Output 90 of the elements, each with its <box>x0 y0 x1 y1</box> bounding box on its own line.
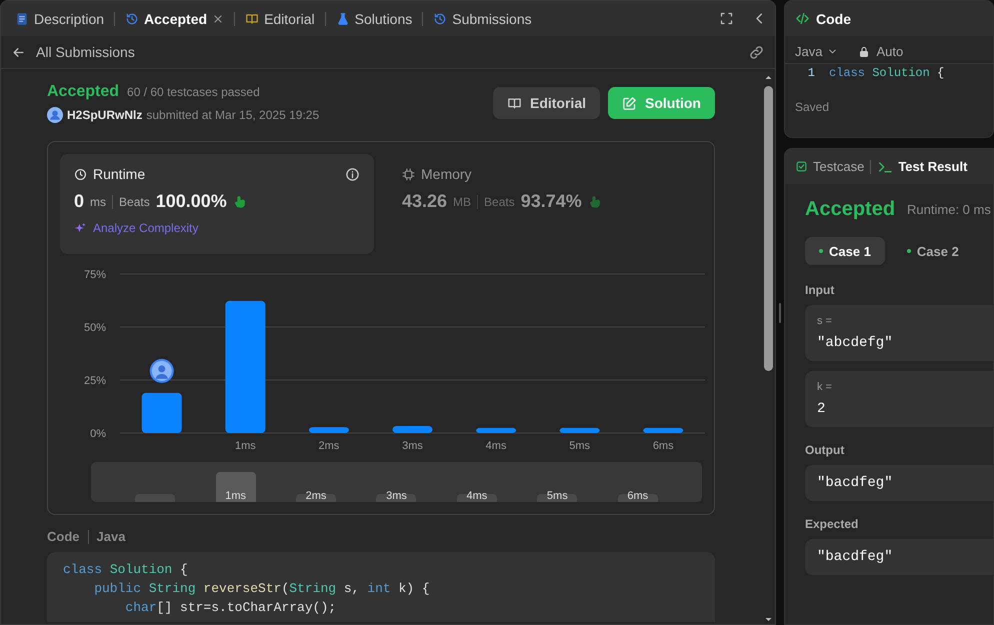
checkbox-icon <box>795 160 808 173</box>
sparkle-icon <box>74 222 87 234</box>
output-label: Output <box>805 443 846 457</box>
scroll-up-icon <box>764 73 772 82</box>
tab[interactable]: Editorial <box>239 10 321 26</box>
axis-label: 1ms <box>234 440 256 452</box>
code-icon <box>795 11 810 26</box>
bar[interactable] <box>476 428 516 433</box>
testcases-text: 60 / 60 testcases passed <box>127 85 260 99</box>
case-tab[interactable]: Case 2 <box>892 237 973 265</box>
output-value: "bacdfeg" <box>817 475 894 491</box>
lock-icon <box>858 46 870 58</box>
avatar-marker-icon <box>150 358 174 383</box>
panel-title: Code <box>816 10 851 26</box>
code-line: public String reverseStr(String s, int k) { <box>93 580 431 598</box>
stat-panel[interactable]: Memory 43.26 MB Beats 93.74% <box>388 154 702 254</box>
expected-value: "bacdfeg" <box>817 549 894 565</box>
axis-label: 4ms <box>486 440 506 452</box>
range-slider[interactable]: 1ms 2ms 3ms 4ms 5ms 6ms <box>91 462 702 502</box>
stat-title: Memory <box>421 166 472 182</box>
beats-value: 93.74% <box>520 191 582 212</box>
stat-value: 0 <box>74 191 84 212</box>
beats-label: Beats <box>119 194 150 208</box>
history-icon <box>433 12 448 26</box>
expected-label: Expected <box>805 517 860 531</box>
section-title: Code <box>47 529 80 544</box>
axis-label: 2ms <box>318 440 340 452</box>
stat-title: Runtime <box>93 166 146 182</box>
beats-value: 100.00% <box>156 191 227 212</box>
chip-icon <box>402 168 415 180</box>
editorial-button[interactable]: Editorial <box>492 87 600 119</box>
tab[interactable]: Solutions <box>330 10 418 26</box>
code-line: char[] str=s.toCharArray(); <box>124 599 338 617</box>
language-label: Java <box>96 529 126 544</box>
axis-label: 0% <box>90 428 106 440</box>
code-line: class Solution { <box>63 561 189 579</box>
stat-unit: MB <box>453 194 472 208</box>
link-icon <box>748 44 765 60</box>
document-icon <box>15 12 29 26</box>
submitted-text: submitted at Mar 15, 2025 19:25 <box>146 108 320 122</box>
range-bar: 1ms <box>216 472 256 502</box>
book-icon <box>506 96 522 110</box>
variable-value: 2 <box>817 401 826 417</box>
variable-name: k = <box>817 381 833 393</box>
flask-icon <box>336 12 350 26</box>
axis-label: 6ms <box>652 440 674 452</box>
status-text: Accepted <box>805 198 896 221</box>
scrollbar-thumb[interactable] <box>764 86 772 371</box>
axis-label: 5ms <box>569 440 590 452</box>
bar[interactable] <box>560 428 600 433</box>
axis-label: 50% <box>84 322 106 334</box>
info-icon <box>345 166 360 182</box>
stat-unit: ms <box>90 194 106 208</box>
axis-label: 25% <box>84 375 106 387</box>
saved-status: Saved <box>794 99 830 116</box>
tab[interactable]: Description <box>9 10 110 26</box>
code-line: 1 class Solution { <box>806 65 946 82</box>
language-dropdown[interactable]: Java <box>795 44 838 59</box>
all-submissions-link[interactable]: All Submissions <box>36 44 135 60</box>
axis-label: 3ms <box>402 440 423 452</box>
variable-name: s = <box>817 315 833 327</box>
history-icon <box>125 12 140 26</box>
clock-icon <box>74 168 87 180</box>
mode-label[interactable]: Auto <box>876 44 904 59</box>
bar[interactable] <box>392 426 432 433</box>
tab[interactable]: Accepted <box>119 10 230 26</box>
axis-label: 75% <box>84 269 106 281</box>
variable-value: "abcdefg" <box>817 335 894 351</box>
input-label: Input <box>805 283 836 297</box>
stat-value: 43.26 <box>402 191 448 212</box>
bar[interactable] <box>308 427 349 433</box>
status-text: Accepted <box>47 83 120 101</box>
case-tab[interactable]: Case 1 <box>805 237 885 265</box>
clap-icon <box>232 194 248 209</box>
tab[interactable]: Testcase <box>795 159 864 174</box>
scroll-down-icon <box>764 615 772 624</box>
edit-icon <box>622 96 637 110</box>
book-icon <box>245 12 260 26</box>
avatar-icon <box>47 107 63 123</box>
close-icon[interactable] <box>212 12 224 24</box>
tab[interactable]: Submissions <box>427 10 538 26</box>
clap-icon <box>588 194 603 209</box>
beats-label: Beats <box>484 194 515 208</box>
stat-panel[interactable]: Runtime 0 ms Beats 100.00% Analyze Complexity <box>60 154 374 254</box>
tab[interactable]: Test Result <box>877 158 968 174</box>
fullscreen-icon <box>719 11 734 26</box>
runtime-text: Runtime: 0 ms <box>907 202 991 217</box>
bar[interactable] <box>643 428 684 433</box>
username[interactable]: H2SpURwNlz <box>67 108 142 122</box>
bar[interactable] <box>142 392 182 433</box>
